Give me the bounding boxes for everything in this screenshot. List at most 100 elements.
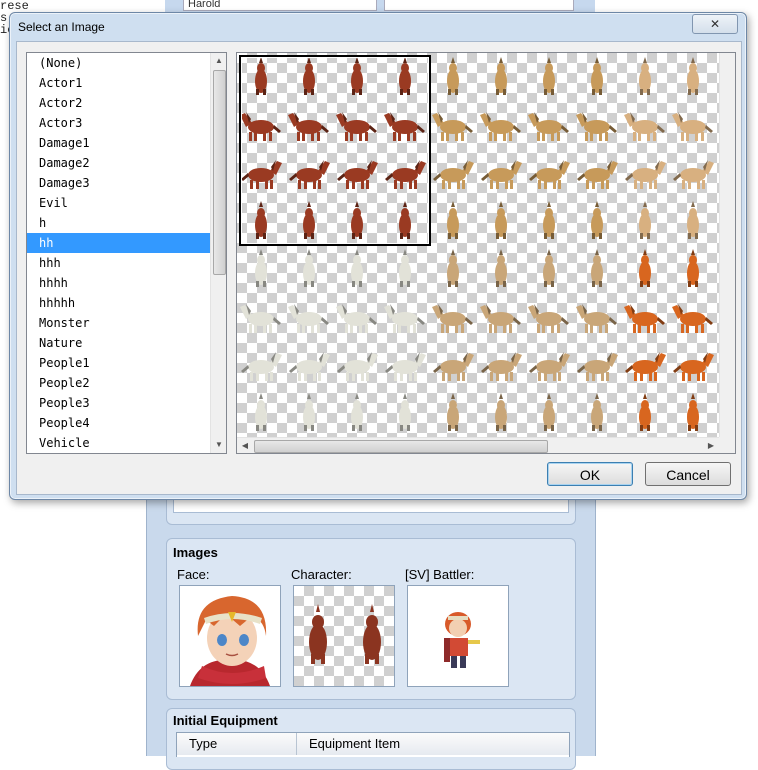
dialog-titlebar[interactable]: Select an Image ✕ [10, 13, 746, 41]
horse-sprite [591, 57, 603, 95]
horse-sprite [289, 352, 330, 381]
horse-sprite [639, 393, 651, 431]
horse-sprite [495, 57, 507, 95]
list-item[interactable]: Monster [27, 313, 210, 333]
nickname-field[interactable] [384, 0, 574, 11]
battler-label: [SV] Battler: [405, 567, 475, 582]
horse-sprite [687, 393, 699, 431]
horse-sprite [672, 304, 713, 333]
preview-scroll-thumb[interactable] [254, 440, 548, 453]
column-equipment-item[interactable]: Equipment Item [297, 733, 569, 755]
horse-sprite [433, 352, 474, 381]
horse-sprite [639, 57, 651, 95]
list-item[interactable]: Evil [27, 193, 210, 213]
horse-sprite [399, 393, 411, 431]
horse-sprite [481, 352, 522, 381]
character-label: Character: [291, 567, 352, 582]
list-scroll-thumb[interactable] [213, 70, 226, 275]
horse-sprite [529, 352, 570, 381]
list-item[interactable]: People2 [27, 373, 210, 393]
close-button[interactable]: ✕ [692, 14, 738, 34]
list-item[interactable]: Nature [27, 333, 210, 353]
horse-sprite [288, 304, 329, 333]
horse-sprite [433, 160, 474, 189]
list-item[interactable]: (None) [27, 53, 210, 73]
list-item[interactable]: Damage3 [27, 173, 210, 193]
horse-sprite [673, 160, 714, 189]
sprite-sheet-preview[interactable] [237, 53, 735, 437]
list-item[interactable]: Vehicle [27, 433, 210, 453]
list-item[interactable]: Actor1 [27, 73, 210, 93]
horse-sprite [337, 352, 378, 381]
list-item[interactable]: People3 [27, 393, 210, 413]
scroll-corner [719, 437, 735, 453]
equipment-table[interactable]: Type Equipment Item [176, 732, 570, 757]
select-image-dialog: Select an Image ✕ (None) Actor1 Actor2 Acto… [9, 12, 747, 500]
list-item[interactable]: hhh [27, 253, 210, 273]
images-group: Images Face: Character: [SV] Battler: [166, 538, 576, 700]
horse-sprite [591, 249, 603, 287]
horse-sprite [351, 393, 363, 431]
battler-sprite-icon [444, 612, 480, 668]
list-vertical-scrollbar[interactable]: ▲ ▼ [210, 53, 226, 453]
horse-sprite [687, 201, 699, 239]
battler-image[interactable] [407, 585, 509, 687]
face-image[interactable] [179, 585, 281, 687]
image-folder-list[interactable]: (None) Actor1 Actor2 Actor3 Damage1 Damage2 Da… [26, 52, 227, 454]
horse-sprite [447, 393, 459, 431]
profile-group-bottom [166, 500, 576, 525]
horse-sprite [447, 249, 459, 287]
horse-sprite [399, 249, 411, 287]
horse-sprite [255, 393, 267, 431]
horse-sprite [625, 352, 666, 381]
list-item[interactable]: Actor2 [27, 93, 210, 113]
horse-sprite [591, 201, 603, 239]
list-item[interactable]: hhhh [27, 273, 210, 293]
arrow-up-icon[interactable]: ▲ [211, 53, 226, 69]
list-item[interactable]: Damage1 [27, 133, 210, 153]
horse-sprite [673, 352, 714, 381]
arrow-left-icon[interactable]: ◀ [237, 438, 253, 453]
horse-sprite [481, 160, 522, 189]
horse-sprite [447, 57, 459, 95]
horse-sprite [577, 160, 618, 189]
horse-sprite [495, 393, 507, 431]
horse-sprite [576, 112, 617, 141]
horse-sprite [672, 112, 713, 141]
arrow-right-icon[interactable]: ▶ [703, 438, 719, 453]
preview-horizontal-scrollbar[interactable]: ◀ ▶ [237, 437, 719, 453]
horse-sprite [528, 112, 569, 141]
preview-vertical-scrollbar[interactable] [719, 53, 735, 437]
list-item[interactable]: People4 [27, 413, 210, 433]
ok-button[interactable]: OK [547, 462, 633, 486]
list-item[interactable]: Actor3 [27, 113, 210, 133]
horse-sprite [241, 352, 282, 381]
image-preview-pane[interactable]: ◀ ▶ [236, 52, 736, 454]
horse-sprite [447, 201, 459, 239]
list-item[interactable]: h [27, 213, 210, 233]
dialog-title: Select an Image [18, 20, 105, 34]
horse-sprite [351, 249, 363, 287]
arrow-down-icon[interactable]: ▼ [211, 437, 226, 453]
horse-sprite [543, 249, 555, 287]
equipment-group-title: Initial Equipment [173, 713, 278, 728]
list-item[interactable]: Damage2 [27, 153, 210, 173]
cancel-button[interactable]: Cancel [645, 462, 731, 486]
list-item[interactable]: hhhhh [27, 293, 210, 313]
horse-sprite [576, 304, 617, 333]
horse-sprite [495, 201, 507, 239]
horse-sprite [495, 249, 507, 287]
list-item[interactable]: hh [27, 233, 210, 253]
face-label: Face: [177, 567, 210, 582]
list-item[interactable]: People1 [27, 353, 210, 373]
horse-sprite [625, 160, 666, 189]
images-group-title: Images [173, 545, 218, 560]
character-image[interactable] [293, 585, 395, 687]
horse-sprite [543, 57, 555, 95]
horse-sprite [432, 112, 473, 141]
horse-sprite [624, 112, 665, 141]
name-field[interactable]: Harold [183, 0, 377, 11]
horse-sprite [529, 160, 570, 189]
horse-sprite [591, 393, 603, 431]
column-type[interactable]: Type [177, 733, 297, 755]
